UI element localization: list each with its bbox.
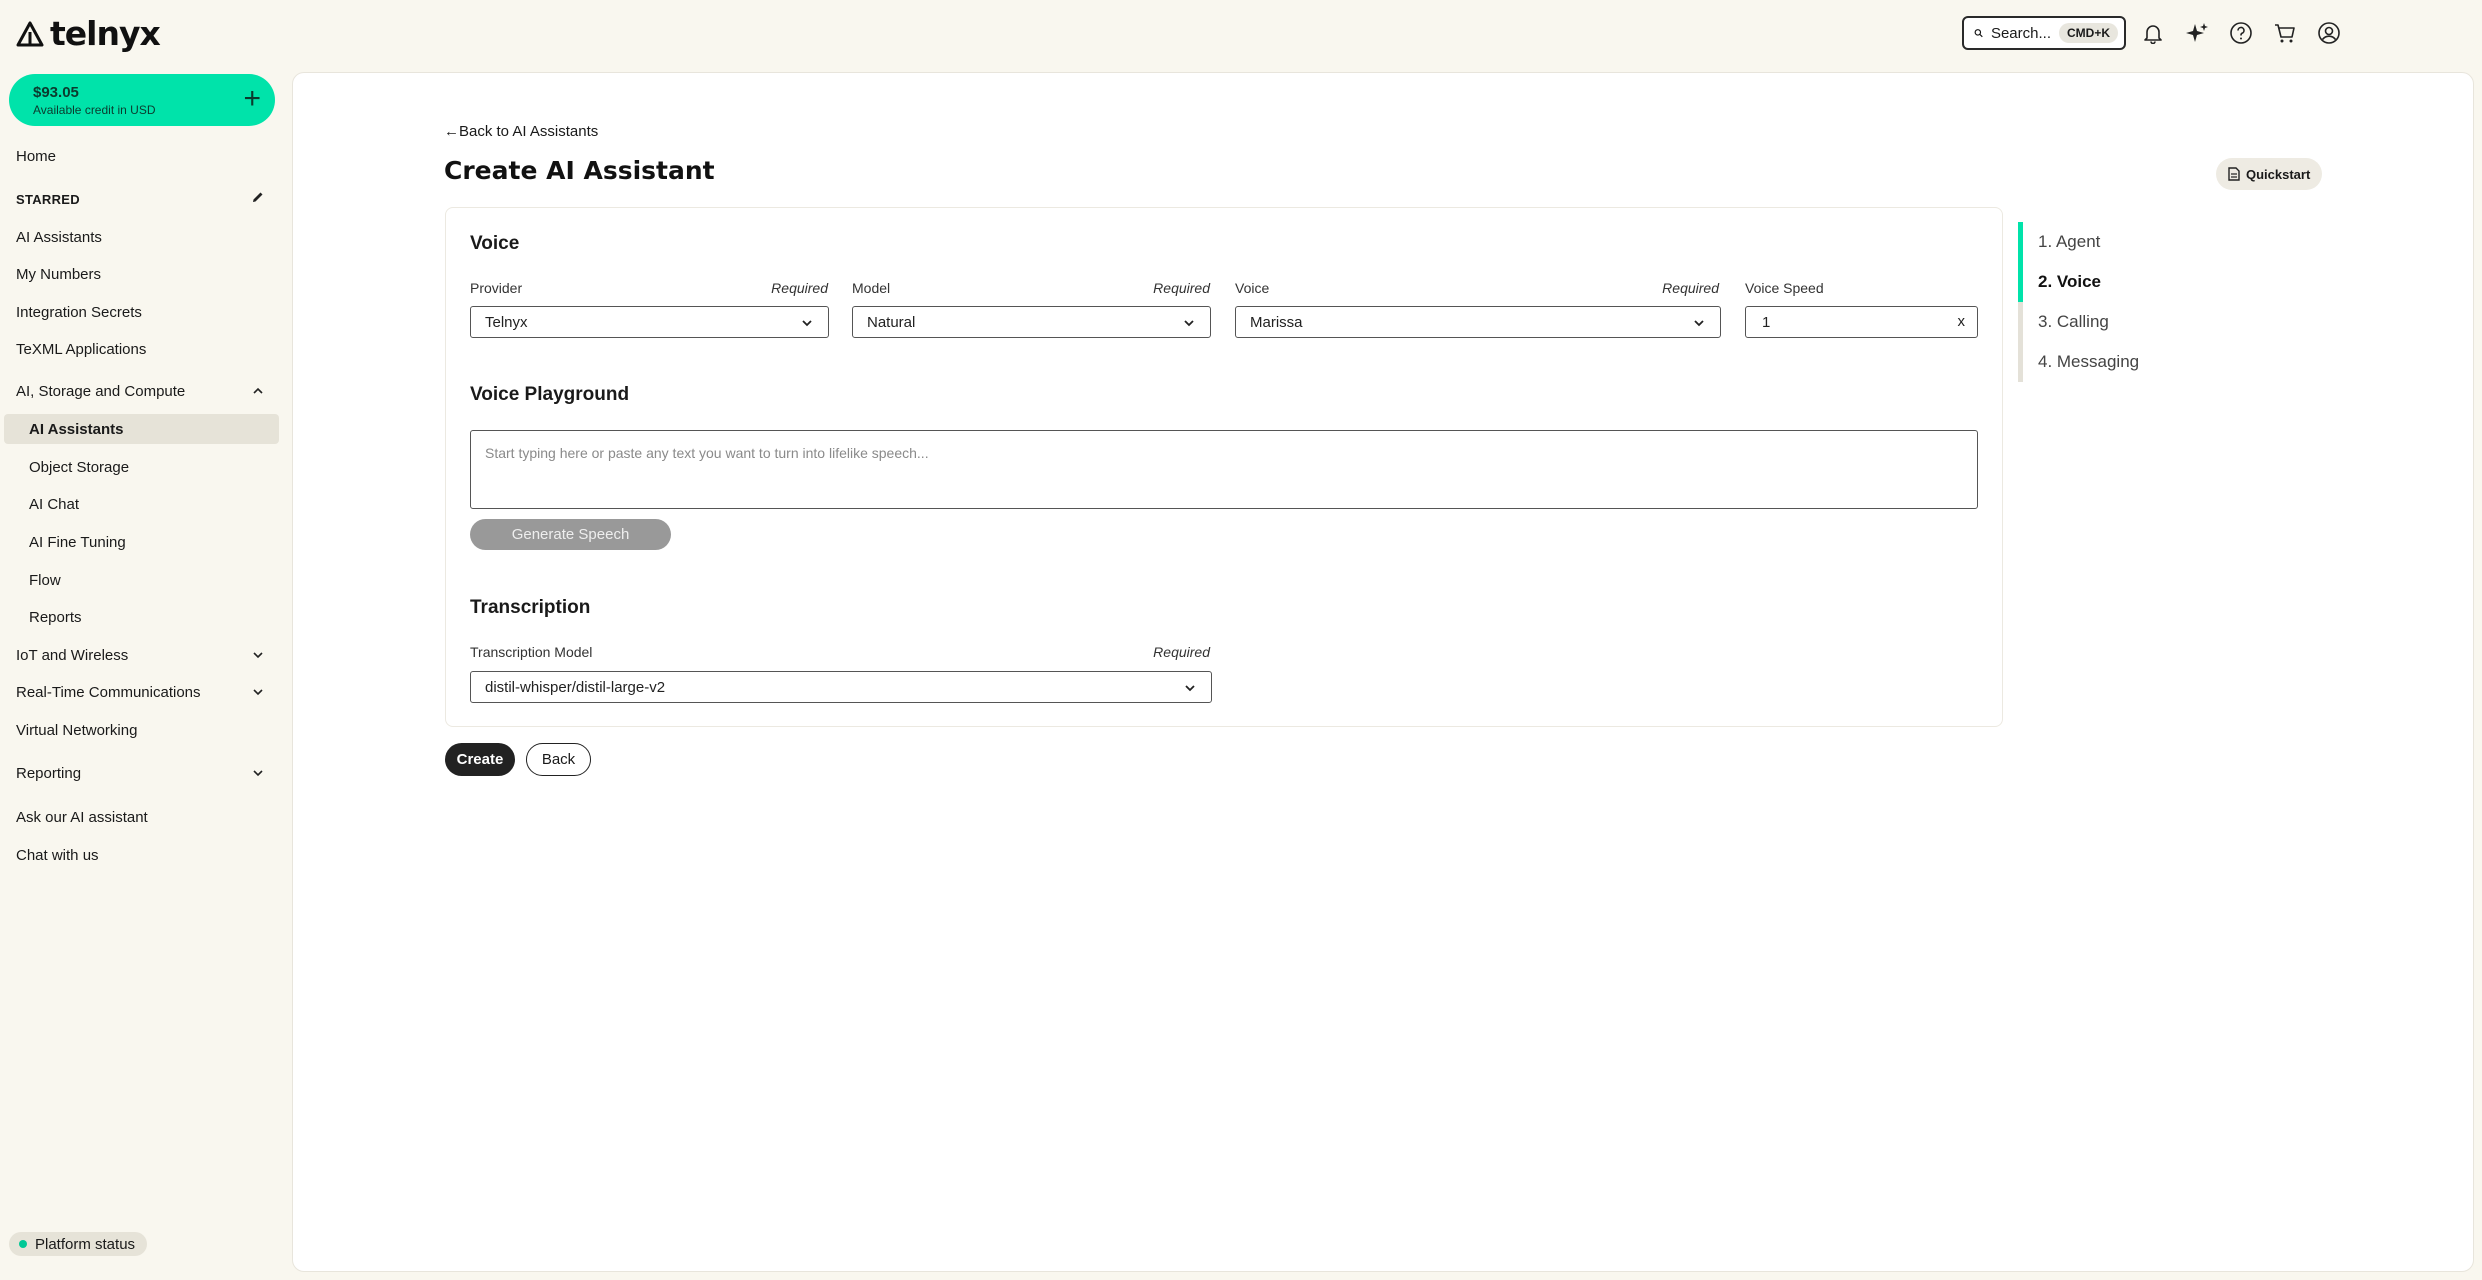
sidebar-item-ai-fine-tuning[interactable]: AI Fine Tuning — [29, 534, 126, 551]
sidebar-item-texml-applications[interactable]: TeXML Applications — [16, 341, 146, 358]
sidebar-item-chat-with-us[interactable]: Chat with us — [16, 847, 99, 864]
edit-starred-icon[interactable] — [251, 190, 265, 209]
provider-label: Provider — [470, 280, 523, 296]
sidebar-item-ai-assistants[interactable]: AI Assistants — [29, 421, 123, 438]
sidebar-group-ai-storage-compute[interactable]: AI, Storage and Compute — [16, 383, 185, 400]
search-button[interactable]: Search... CMD+K — [1962, 16, 2126, 50]
chevron-up-icon[interactable] — [251, 384, 265, 398]
chevron-down-icon[interactable] — [251, 685, 265, 699]
stepper-progress — [2018, 222, 2023, 302]
document-icon — [2228, 167, 2240, 181]
page-title: Create AI Assistant — [444, 156, 715, 185]
step-agent[interactable]: 1. Agent — [2038, 232, 2100, 252]
sidebar-item-ask-ai[interactable]: Ask our AI assistant — [16, 809, 148, 826]
telnyx-logo[interactable]: telnyx — [16, 14, 161, 53]
arrow-left-icon: ← — [444, 123, 459, 140]
voice-playground-title: Voice Playground — [470, 384, 630, 405]
help-icon[interactable] — [2228, 20, 2254, 46]
sparkle-icon[interactable] — [2184, 20, 2210, 46]
transcription-section-title: Transcription — [470, 597, 591, 618]
credit-label: Available credit in USD — [33, 103, 156, 117]
clear-speed-button[interactable]: x — [1958, 313, 1966, 330]
step-voice[interactable]: 2. Voice — [2038, 272, 2101, 292]
search-shortcut: CMD+K — [2058, 23, 2118, 43]
sidebar-item-object-storage[interactable]: Object Storage — [29, 459, 129, 476]
provider-select[interactable]: Telnyx — [470, 306, 829, 338]
provider-required: Required — [771, 280, 828, 296]
voice-speed-input[interactable]: 1 x — [1745, 306, 1978, 338]
sidebar: $93.05 Available credit in USD + Home ST… — [0, 68, 290, 1280]
sidebar-group-reporting[interactable]: Reporting — [16, 765, 81, 782]
bell-icon[interactable] — [2140, 20, 2166, 46]
provider-value: Telnyx — [485, 313, 528, 331]
voice-speed-value: 1 — [1762, 313, 1771, 331]
chevron-down-icon — [1694, 320, 1704, 327]
voice-required: Required — [1662, 280, 1719, 296]
sidebar-item-reports[interactable]: Reports — [29, 609, 82, 626]
model-required: Required — [1153, 280, 1210, 296]
cart-icon[interactable] — [2272, 20, 2298, 46]
top-bar: telnyx Search... CMD+K — [0, 0, 2482, 68]
playground-textarea[interactable]: Start typing here or paste any text you … — [470, 430, 1978, 509]
transcription-model-select[interactable]: distil-whisper/distil-large-v2 — [470, 671, 1212, 703]
step-calling[interactable]: 3. Calling — [2038, 312, 2109, 332]
back-button[interactable]: Back — [526, 743, 591, 776]
generate-speech-button[interactable]: Generate Speech — [470, 519, 671, 550]
sidebar-item-virtual-networking[interactable]: Virtual Networking — [16, 722, 137, 739]
transcription-required: Required — [1153, 644, 1210, 660]
voice-value: Marissa — [1250, 313, 1303, 331]
sidebar-group-real-time-communications[interactable]: Real-Time Communications — [16, 684, 201, 701]
telnyx-logo-icon — [16, 21, 44, 46]
chevron-down-icon[interactable] — [251, 648, 265, 662]
transcription-model-value: distil-whisper/distil-large-v2 — [485, 678, 666, 696]
credit-balance[interactable]: $93.05 Available credit in USD + — [9, 74, 275, 126]
voice-speed-label: Voice Speed — [1745, 280, 1824, 296]
create-button[interactable]: Create — [445, 743, 515, 776]
sidebar-item-flow[interactable]: Flow — [29, 572, 61, 589]
chevron-down-icon — [1184, 320, 1194, 327]
back-to-ai-assistants-link[interactable]: ←Back to AI Assistants — [444, 123, 598, 140]
step-messaging[interactable]: 4. Messaging — [2038, 352, 2139, 372]
voice-section-title: Voice — [470, 233, 520, 254]
model-select[interactable]: Natural — [852, 306, 1211, 338]
model-label: Model — [852, 280, 891, 296]
chevron-down-icon — [1185, 685, 1195, 692]
back-link-label: Back to AI Assistants — [459, 123, 599, 140]
sidebar-item-ai-chat[interactable]: AI Chat — [29, 496, 79, 513]
sidebar-item-my-numbers[interactable]: My Numbers — [16, 266, 101, 283]
sidebar-group-iot-wireless[interactable]: IoT and Wireless — [16, 647, 128, 664]
quickstart-button[interactable]: Quickstart — [2216, 158, 2323, 190]
sidebar-item-starred-ai-assistants[interactable]: AI Assistants — [16, 229, 102, 246]
chevron-down-icon — [802, 320, 812, 327]
transcription-model-label: Transcription Model — [470, 644, 593, 660]
sidebar-item-integration-secrets[interactable]: Integration Secrets — [16, 304, 142, 321]
model-value: Natural — [867, 313, 916, 331]
quickstart-label: Quickstart — [2246, 166, 2311, 182]
search-label: Search... — [1990, 24, 2051, 42]
search-icon — [1974, 29, 1983, 38]
add-credit-icon[interactable]: + — [243, 84, 261, 114]
brand-name: telnyx — [50, 14, 161, 53]
starred-heading: STARRED — [16, 192, 80, 207]
platform-status-label: Platform status — [35, 1235, 136, 1253]
sidebar-item-home[interactable]: Home — [16, 148, 56, 165]
credit-amount: $93.05 — [33, 84, 79, 101]
chevron-down-icon[interactable] — [251, 766, 265, 780]
platform-status-button[interactable]: Platform status — [9, 1232, 148, 1256]
user-icon[interactable] — [2316, 20, 2342, 46]
voice-select[interactable]: Marissa — [1235, 306, 1721, 338]
voice-label: Voice — [1235, 280, 1270, 296]
status-dot-icon — [19, 1240, 27, 1248]
